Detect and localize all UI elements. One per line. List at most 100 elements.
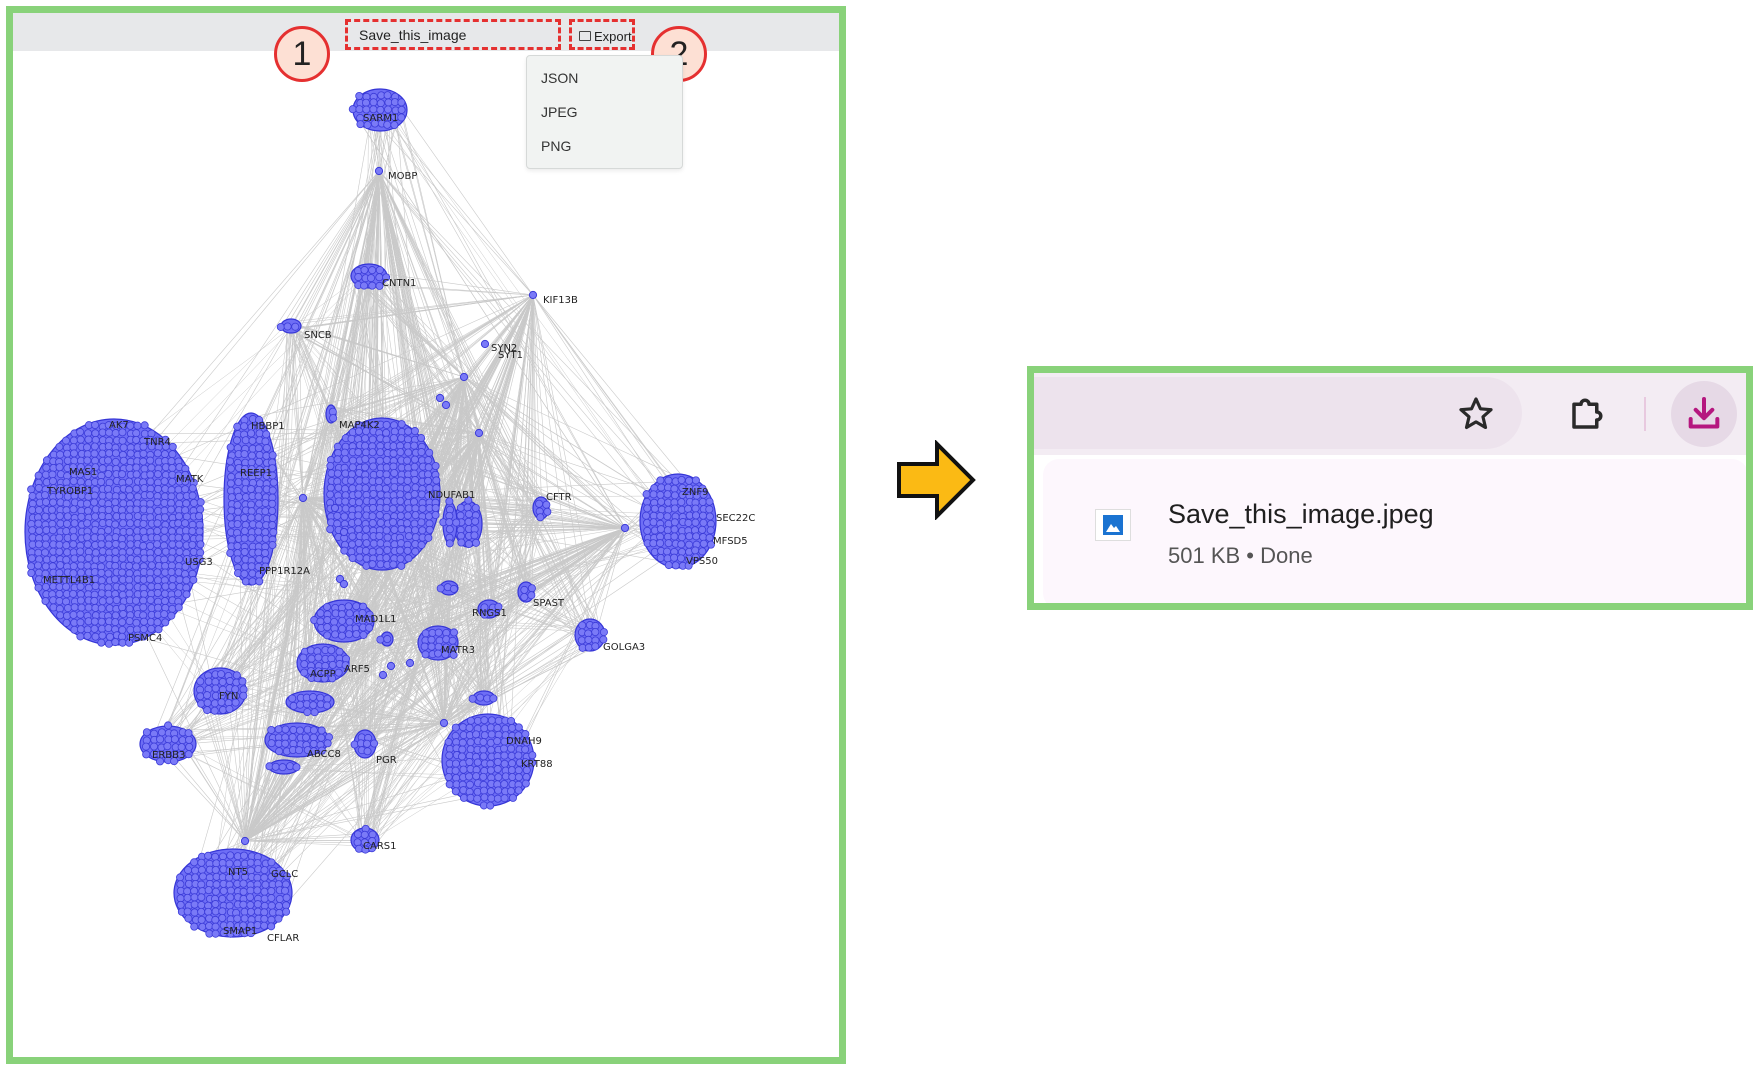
node: [375, 469, 384, 478]
node: [241, 493, 250, 502]
node: [261, 507, 270, 516]
node-label: MOBP: [388, 171, 417, 182]
node: [355, 498, 364, 507]
node[interactable]: [339, 527, 349, 537]
node: [361, 434, 370, 443]
node[interactable]: [240, 836, 250, 846]
node: [354, 830, 363, 839]
node: [174, 519, 183, 528]
network-graph[interactable]: SARM1MOBPCNTN1KIF13BSNCBSYN2SYT1AK7TNR4M…: [13, 51, 839, 1061]
network-viewer-panel: SARM1 MOBP CNTN1 KIF13B SNCB SYN2 SYT1 AK7 TNR4 M…: [6, 6, 846, 1064]
node: [261, 880, 270, 889]
node: [338, 631, 347, 640]
node: [204, 851, 213, 860]
menu-item-jpeg[interactable]: JPEG: [541, 104, 578, 120]
node: [456, 503, 465, 512]
node: [663, 512, 672, 521]
node[interactable]: [405, 658, 415, 668]
node-label: MAD1L1: [355, 614, 396, 625]
filename-input[interactable]: [349, 23, 557, 47]
node: [119, 456, 128, 465]
node: [119, 519, 128, 528]
node: [368, 448, 377, 457]
node: [153, 498, 162, 507]
node: [326, 462, 335, 471]
node: [323, 631, 332, 640]
node: [417, 540, 426, 549]
node: [197, 880, 206, 889]
node[interactable]: [330, 503, 340, 513]
node: [260, 908, 269, 917]
node: [160, 555, 169, 564]
node[interactable]: [298, 493, 308, 503]
node-cluster[interactable]: [325, 404, 338, 424]
node: [528, 751, 537, 760]
node: [368, 547, 377, 556]
node: [348, 463, 357, 472]
node[interactable]: [441, 400, 451, 410]
node: [212, 880, 221, 889]
node: [410, 490, 419, 499]
node-cluster[interactable]: [223, 412, 279, 586]
node: [226, 893, 235, 902]
node: [354, 518, 363, 527]
node[interactable]: [474, 428, 484, 438]
node-label: SMAP1: [223, 926, 257, 937]
node-cluster[interactable]: [24, 418, 205, 648]
node: [457, 538, 466, 547]
node-cluster[interactable]: [276, 318, 302, 334]
node: [448, 636, 457, 645]
star-icon[interactable]: [1457, 395, 1495, 433]
menu-item-png[interactable]: PNG: [541, 138, 571, 154]
node: [404, 532, 413, 541]
node: [160, 597, 169, 606]
download-item[interactable]: Save_this_image.jpeg 501 KB • Done: [1043, 459, 1746, 603]
node: [326, 525, 335, 534]
node: [376, 635, 385, 644]
node[interactable]: [435, 393, 445, 403]
node: [160, 450, 169, 459]
node-label: PSMC4: [128, 633, 162, 644]
node: [584, 643, 593, 652]
node: [168, 582, 177, 591]
node: [118, 568, 127, 577]
node: [255, 479, 264, 488]
node: [698, 547, 707, 556]
node: [317, 726, 326, 735]
node[interactable]: [528, 290, 538, 300]
node: [226, 886, 235, 895]
node[interactable]: [620, 523, 630, 533]
node: [146, 470, 155, 479]
node: [421, 629, 430, 638]
node: [104, 624, 113, 633]
node: [132, 435, 141, 444]
node-cluster[interactable]: [323, 417, 441, 571]
node: [396, 504, 405, 513]
node[interactable]: [378, 670, 388, 680]
download-filename[interactable]: Save_this_image.jpeg: [1168, 499, 1434, 530]
node[interactable]: [459, 372, 469, 382]
node[interactable]: [480, 339, 490, 349]
node[interactable]: [386, 661, 396, 671]
node: [98, 597, 107, 606]
menu-item-json[interactable]: JSON: [541, 70, 578, 86]
node: [348, 540, 357, 549]
extensions-icon[interactable]: [1567, 392, 1609, 434]
node-cluster[interactable]: [173, 848, 293, 938]
node: [382, 484, 391, 493]
node[interactable]: [374, 166, 384, 176]
node: [90, 442, 99, 451]
node: [196, 692, 205, 701]
node: [84, 506, 93, 515]
export-button[interactable]: Export: [575, 23, 639, 49]
node: [480, 731, 489, 740]
node-cluster[interactable]: [348, 88, 408, 132]
node: [355, 553, 364, 562]
node: [577, 636, 586, 645]
node: [670, 491, 679, 500]
node[interactable]: [339, 579, 349, 589]
node[interactable]: [439, 718, 449, 728]
downloads-button[interactable]: [1671, 381, 1737, 447]
node: [656, 476, 665, 485]
node: [91, 632, 100, 641]
